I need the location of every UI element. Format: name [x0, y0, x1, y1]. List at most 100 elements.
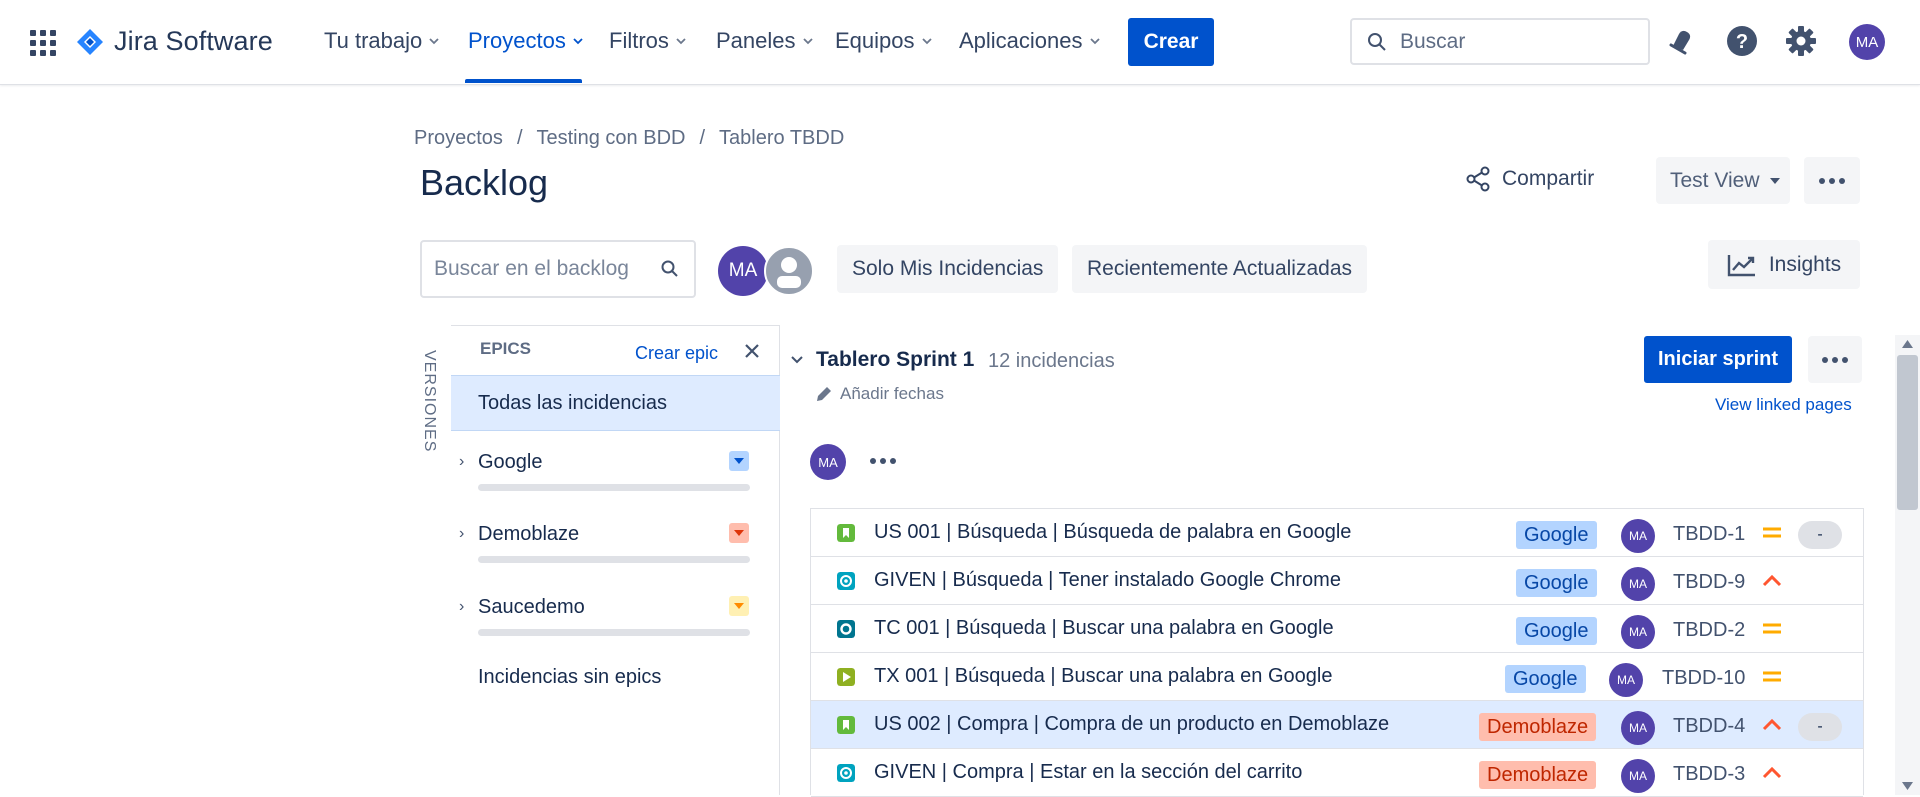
priority-high-icon [1762, 718, 1782, 731]
epic-lozenge[interactable]: Google [1516, 569, 1597, 597]
sprint-assignee-avatar[interactable]: MA [810, 444, 846, 480]
nav-tu-trabajo[interactable]: Tu trabajo [324, 28, 440, 54]
issue-row-tbdd-2[interactable]: TC 001 | Búsqueda | Buscar una palabra e… [811, 605, 1863, 653]
issue-key[interactable]: TBDD-10 [1662, 667, 1745, 690]
story-points-badge[interactable]: - [1798, 521, 1842, 549]
epic-lozenge[interactable]: Demoblaze [1479, 761, 1597, 789]
priority-medium-icon [1763, 527, 1781, 538]
chart-trend-icon [1727, 254, 1755, 276]
breadcrumb-project[interactable]: Testing con BDD [537, 127, 686, 150]
create-button[interactable]: Crear [1128, 18, 1214, 66]
insights-button[interactable]: Insights [1708, 240, 1860, 289]
sprint-more-button[interactable] [1808, 336, 1862, 383]
app-switcher-icon[interactable] [30, 30, 56, 56]
scroll-down-icon[interactable] [1902, 781, 1913, 791]
user-avatar[interactable]: MA [1849, 24, 1885, 60]
view-selector[interactable]: Test View [1656, 157, 1790, 204]
chevron-right-icon[interactable]: › [459, 598, 464, 616]
create-epic-link[interactable]: Crear epic [635, 343, 718, 364]
active-nav-indicator [465, 79, 582, 83]
story-points-badge[interactable]: - [1798, 713, 1842, 741]
add-dates-link[interactable]: Añadir fechas [814, 384, 944, 404]
caret-down-icon [734, 603, 744, 609]
app-name: Jira Software [114, 26, 273, 56]
epic-lozenge[interactable]: Google [1516, 617, 1597, 645]
chevron-down-icon[interactable] [790, 352, 804, 366]
filter-solo-mis-incidencias[interactable]: Solo Mis Incidencias [837, 245, 1059, 293]
test-case-icon [837, 620, 855, 638]
issues-without-epic[interactable]: Incidencias sin epics [478, 666, 661, 689]
global-search-input[interactable]: Buscar [1350, 18, 1650, 65]
epic-item-demoblaze[interactable]: › Demoblaze [451, 515, 780, 575]
nav-proyectos[interactable]: Proyectos [468, 28, 584, 54]
issue-key[interactable]: TBDD-1 [1673, 523, 1745, 546]
view-linked-pages-link[interactable]: View linked pages [1715, 395, 1852, 415]
jira-logo[interactable]: Jira Software [76, 26, 273, 57]
sprint-title[interactable]: Tablero Sprint 1 [816, 348, 974, 372]
settings-icon[interactable] [1784, 24, 1818, 58]
epic-item-saucedemo[interactable]: › Saucedemo [451, 588, 780, 648]
breadcrumb-board[interactable]: Tablero TBDD [719, 127, 844, 150]
epic-all-issues[interactable]: Todas las incidencias [451, 375, 780, 431]
breadcrumb: Proyectos / Testing con BDD / Tablero TB… [414, 127, 844, 150]
issue-row-tbdd-10[interactable]: TX 001 | Búsqueda | Buscar una palabra e… [811, 653, 1863, 701]
issue-row-tbdd-1[interactable]: US 001 | Búsqueda | Búsqueda de palabra … [811, 509, 1863, 557]
filter-avatar-ma[interactable]: MA [718, 246, 768, 296]
vertical-scrollbar[interactable] [1895, 335, 1920, 795]
issue-assignee-avatar[interactable]: MA [1621, 567, 1655, 601]
issue-row-tbdd-9[interactable]: GIVEN | Búsqueda | Tener instalado Googl… [811, 557, 1863, 605]
issue-key[interactable]: TBDD-4 [1673, 715, 1745, 738]
share-button[interactable]: Compartir [1464, 165, 1594, 193]
issue-assignee-avatar[interactable]: MA [1621, 711, 1655, 745]
unassigned-avatar-icon[interactable] [764, 246, 814, 296]
epic-dropdown-demoblaze[interactable] [729, 523, 749, 543]
epic-dropdown-google[interactable] [729, 451, 749, 471]
issue-key[interactable]: TBDD-3 [1673, 763, 1745, 786]
notifications-icon[interactable] [1665, 24, 1699, 58]
story-icon [837, 716, 855, 734]
nav-aplicaciones[interactable]: Aplicaciones [959, 28, 1101, 54]
breadcrumb-proyectos[interactable]: Proyectos [414, 127, 503, 150]
epic-name: Google [478, 451, 543, 473]
issue-assignee-avatar[interactable]: MA [1609, 663, 1643, 697]
filter-recientemente-actualizadas[interactable]: Recientemente Actualizadas [1072, 245, 1367, 293]
epic-lozenge[interactable]: Demoblaze [1479, 713, 1597, 741]
issue-assignee-avatar[interactable]: MA [1621, 615, 1655, 649]
epic-item-google[interactable]: › Google [451, 443, 780, 503]
epic-lozenge[interactable]: Google [1505, 665, 1586, 693]
issue-row-tbdd-4[interactable]: US 002 | Compra | Compra de un producto … [811, 701, 1863, 749]
issue-summary: GIVEN | Compra | Estar en la sección del… [874, 761, 1303, 783]
close-icon[interactable] [742, 341, 762, 361]
sprint-issue-list: US 001 | Búsqueda | Búsqueda de palabra … [810, 508, 1864, 797]
issue-summary: US 002 | Compra | Compra de un producto … [874, 713, 1390, 735]
priority-high-icon [1762, 766, 1782, 779]
start-sprint-button[interactable]: Iniciar sprint [1644, 336, 1792, 383]
issue-assignee-avatar[interactable]: MA [1621, 519, 1655, 553]
issue-key[interactable]: TBDD-9 [1673, 571, 1745, 594]
epic-progress-bar [478, 556, 750, 563]
given-icon [837, 764, 855, 782]
insights-label: Insights [1768, 252, 1842, 276]
chevron-right-icon[interactable]: › [459, 453, 464, 471]
versions-panel-toggle[interactable]: VERSIONES [420, 350, 438, 452]
epic-dropdown-saucedemo[interactable] [729, 596, 749, 616]
nav-filtros[interactable]: Filtros [609, 28, 687, 54]
pencil-icon [817, 387, 831, 401]
sprint-avatar-more-icon[interactable] [870, 458, 896, 464]
epic-name: Saucedemo [478, 596, 585, 618]
issue-key[interactable]: TBDD-2 [1673, 619, 1745, 642]
chevron-right-icon[interactable]: › [459, 525, 464, 543]
help-icon[interactable]: ? [1725, 24, 1759, 58]
backlog-search-input[interactable]: Buscar en el backlog [420, 240, 696, 298]
epic-name: Demoblaze [478, 523, 580, 545]
issue-row-tbdd-3[interactable]: GIVEN | Compra | Estar en la sección del… [811, 749, 1863, 797]
epic-lozenge[interactable]: Google [1516, 521, 1597, 549]
issue-assignee-avatar[interactable]: MA [1621, 759, 1655, 793]
scrollbar-thumb[interactable] [1897, 355, 1918, 510]
nav-paneles[interactable]: Paneles [716, 28, 814, 54]
test-execution-icon [837, 668, 855, 686]
scroll-up-icon[interactable] [1902, 339, 1913, 349]
nav-equipos[interactable]: Equipos [835, 28, 933, 54]
page-more-button[interactable] [1804, 157, 1860, 204]
add-dates-label: Añadir fechas [840, 384, 944, 403]
